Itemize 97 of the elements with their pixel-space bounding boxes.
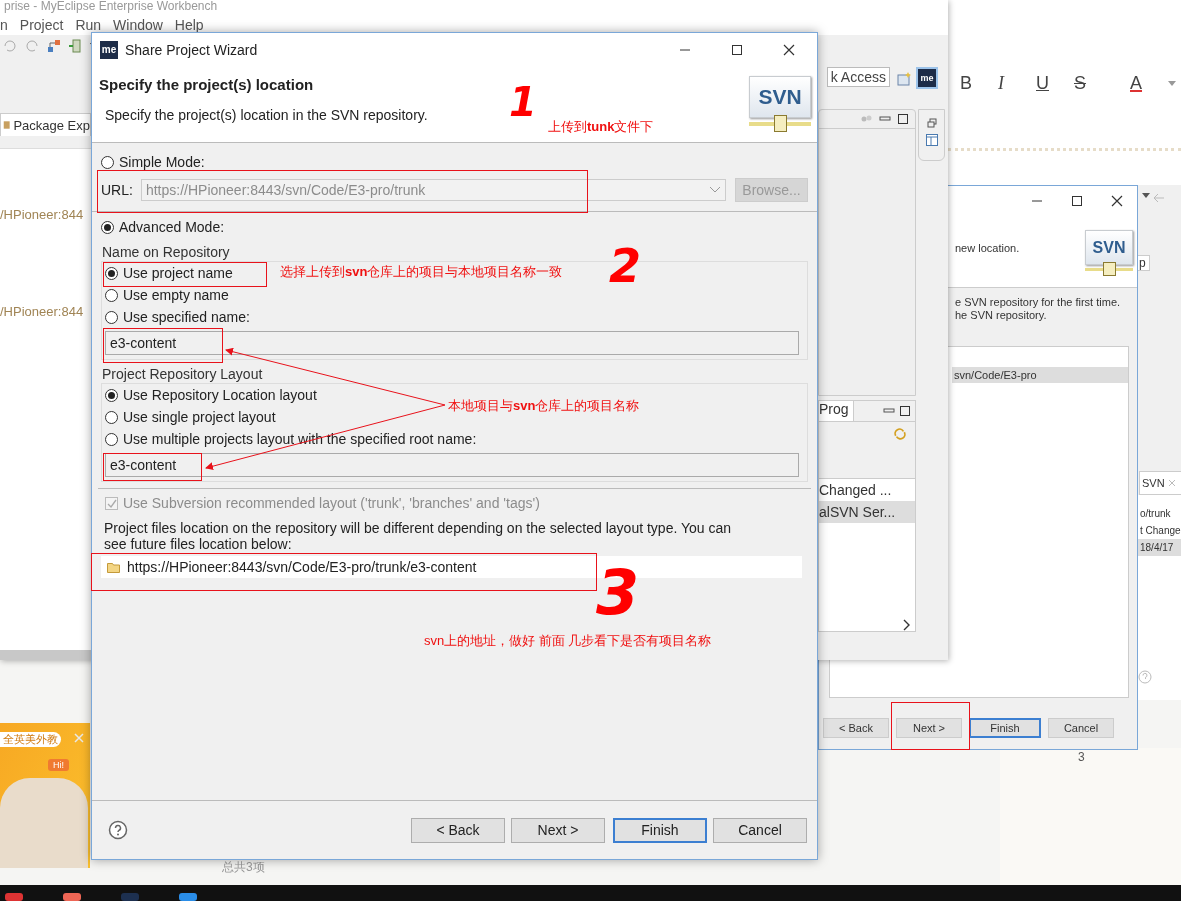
caret-icon bbox=[709, 186, 721, 194]
app-logo[interactable]: me bbox=[918, 69, 936, 87]
radio-button[interactable] bbox=[105, 410, 118, 424]
step-number: 1 bbox=[509, 82, 537, 122]
radio-label[interactable]: Use empty name bbox=[123, 287, 229, 303]
app-logo: me bbox=[100, 40, 118, 59]
maximize-icon[interactable] bbox=[897, 113, 909, 125]
ad-badge: 全英美外教 bbox=[0, 732, 61, 747]
format-button[interactable]: I bbox=[998, 72, 1036, 94]
dialog-button[interactable]: Cancel bbox=[713, 817, 807, 843]
radio-label[interactable]: Advanced Mode: bbox=[119, 219, 225, 235]
check-icon bbox=[106, 497, 117, 509]
maximize-icon[interactable] bbox=[1071, 195, 1083, 207]
minimize-icon[interactable] bbox=[879, 114, 891, 124]
format-button[interactable]: S bbox=[1074, 72, 1112, 94]
close-icon[interactable] bbox=[783, 43, 795, 56]
layout-icon[interactable] bbox=[925, 134, 938, 146]
list-row[interactable]: svn/Code/E3-pro bbox=[952, 367, 1128, 383]
format-button[interactable]: A bbox=[1130, 72, 1168, 94]
radio-button[interactable] bbox=[105, 266, 118, 280]
table-row[interactable]: o/trunk bbox=[1136, 505, 1181, 522]
page-description: Specify the project(s) location in the SVN repository. bbox=[105, 107, 429, 123]
radio-label[interactable]: Use single project layout bbox=[123, 409, 276, 425]
taskbar-app-icon[interactable] bbox=[63, 891, 81, 901]
help-icon[interactable] bbox=[108, 820, 128, 840]
dialog-button[interactable]: Cancel bbox=[1048, 718, 1114, 738]
window-title: Share Project Wizard bbox=[125, 41, 259, 58]
svn-logo: SVN bbox=[1085, 230, 1133, 276]
view-tab[interactable]: SVN bbox=[1139, 471, 1181, 495]
network-icon[interactable] bbox=[46, 38, 62, 54]
taskbar-app-icon[interactable] bbox=[179, 891, 197, 901]
tree-item[interactable]: /HPioneer:844 bbox=[0, 304, 84, 319]
view-tab[interactable]: Prog bbox=[819, 401, 854, 421]
table-row[interactable]: 18/4/17 bbox=[1136, 539, 1181, 556]
menu-item[interactable]: Project bbox=[19, 17, 64, 33]
step-number: 2 bbox=[609, 243, 641, 289]
page-description: new location. bbox=[955, 242, 1021, 254]
chevron-right-icon[interactable] bbox=[903, 619, 911, 631]
menu-item[interactable]: Run bbox=[75, 17, 102, 33]
radio-button[interactable] bbox=[105, 288, 118, 302]
scrollbar[interactable] bbox=[0, 650, 91, 660]
dialog-button[interactable]: < Back bbox=[823, 718, 889, 738]
table-row[interactable]: t Change bbox=[1136, 522, 1181, 539]
caret-icon[interactable] bbox=[1168, 80, 1176, 86]
name-input[interactable]: e3-content bbox=[105, 453, 799, 477]
menu-item[interactable]: Window bbox=[113, 17, 163, 33]
dialog-button[interactable]: Finish bbox=[613, 817, 707, 843]
caret-icon[interactable] bbox=[1142, 193, 1150, 198]
radio-label[interactable]: Use Repository Location layout bbox=[123, 387, 317, 403]
close-icon[interactable] bbox=[1111, 195, 1123, 207]
message-text: he SVN repository. bbox=[955, 309, 1048, 322]
radio-label[interactable]: Use project name bbox=[123, 265, 233, 281]
dialog-button[interactable]: < Back bbox=[411, 817, 505, 843]
maximize-icon[interactable] bbox=[899, 405, 911, 417]
menu-item[interactable]: Help bbox=[174, 17, 204, 33]
package-icon bbox=[3, 119, 11, 131]
radio-button[interactable] bbox=[105, 432, 118, 446]
format-button[interactable]: B bbox=[960, 72, 998, 94]
quick-access-field[interactable]: k Access bbox=[826, 67, 890, 87]
group-title: Project Repository Layout bbox=[102, 366, 264, 382]
table-row[interactable]: Changed ... bbox=[819, 479, 915, 501]
annotation-note: 选择上传到svn仓库上的项目与本地项目名称一致 bbox=[280, 263, 563, 281]
radio-button[interactable] bbox=[101, 155, 114, 169]
maximize-icon[interactable] bbox=[731, 43, 743, 56]
radio-label[interactable]: Simple Mode: bbox=[119, 154, 205, 170]
folder-icon bbox=[107, 561, 121, 573]
view-tab[interactable]: Package Exp bbox=[0, 113, 91, 136]
dialog-button[interactable]: Next > bbox=[896, 718, 962, 738]
radio-button[interactable] bbox=[105, 388, 118, 402]
info-text: Project files location on the repository will be different depending on the selected layout type. You can see future files location below: bbox=[104, 520, 733, 552]
format-button[interactable]: U bbox=[1036, 72, 1074, 94]
annotation-note: 上传到tunk文件下 bbox=[548, 118, 654, 136]
svn-logo: SVN bbox=[749, 76, 811, 132]
name-input[interactable]: e3-content bbox=[105, 331, 799, 355]
radio-label[interactable]: Use specified name: bbox=[123, 309, 250, 325]
window-title: prise - MyEclipse Enterprise Workbench bbox=[0, 0, 948, 15]
field-label: URL: bbox=[101, 182, 133, 198]
dialog-button[interactable]: Finish bbox=[969, 718, 1041, 738]
server-icon[interactable] bbox=[68, 38, 84, 54]
item-count: 总共3项 bbox=[222, 860, 265, 874]
menu-item[interactable]: n bbox=[0, 17, 8, 33]
group-title: Name on Repository bbox=[102, 244, 231, 260]
restore-icon[interactable] bbox=[926, 118, 937, 128]
annotation-note: svn上的地址，做好 前面 几步看下是否有项目名称 bbox=[424, 632, 712, 650]
message-text: e SVN repository for the first time. bbox=[955, 296, 1122, 309]
annotation-note: 本地项目与svn仓库上的项目名称 bbox=[448, 397, 640, 415]
dots-icon[interactable] bbox=[861, 114, 873, 124]
page-heading: Specify the project(s) location bbox=[99, 76, 314, 93]
radio-button[interactable] bbox=[105, 310, 118, 324]
table-row[interactable]: alSVN Ser... bbox=[819, 501, 915, 523]
taskbar-app-icon[interactable] bbox=[5, 891, 23, 901]
page-number: 3 bbox=[1078, 750, 1085, 764]
minimize-icon[interactable] bbox=[883, 406, 895, 416]
tree-item[interactable]: /HPioneer:844 bbox=[0, 207, 84, 222]
radio-button[interactable] bbox=[101, 220, 114, 234]
dialog-button[interactable]: Next > bbox=[511, 817, 605, 843]
speech-bubble: Hi! bbox=[48, 759, 69, 771]
